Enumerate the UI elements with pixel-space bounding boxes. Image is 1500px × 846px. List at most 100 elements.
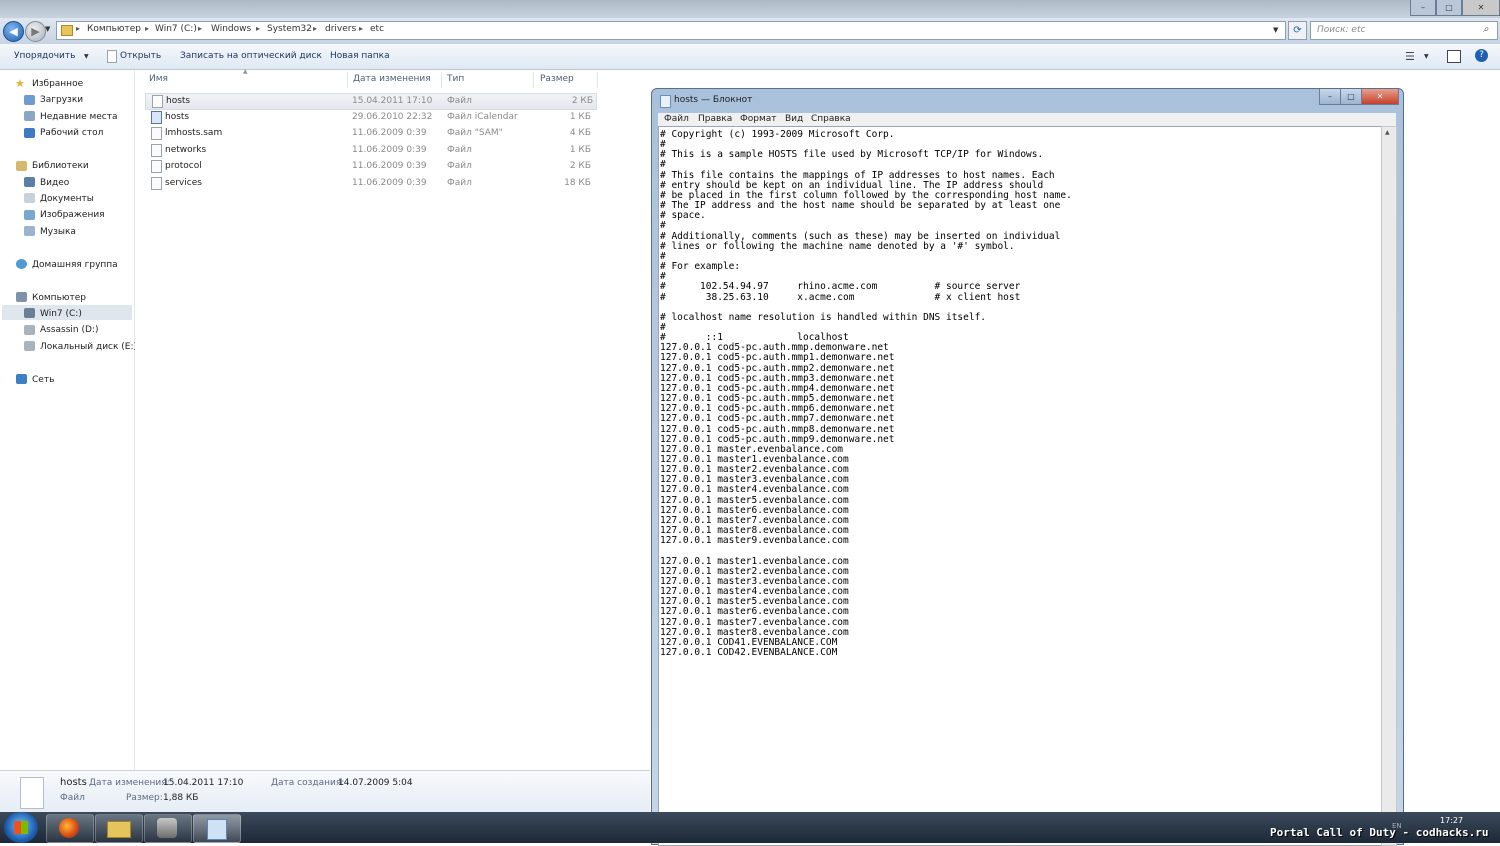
start-button[interactable] — [4, 812, 38, 843]
address-bar[interactable]: ▸ Компьютер ▸ Win7 (C:) ▸ Windows ▸ Syst… — [56, 21, 1286, 40]
file-row[interactable]: networks 11.06.2009 0:39 Файл 1 КБ — [145, 143, 595, 158]
notepad-maximize-button[interactable]: □ — [1340, 89, 1362, 105]
breadcrumb-separator: ▸ — [313, 24, 318, 33]
menu-help[interactable]: Справка — [811, 114, 851, 124]
taskbar-notepad[interactable] — [193, 814, 241, 843]
scroll-up-arrow-icon[interactable]: ▲ — [1385, 129, 1390, 136]
nav-images[interactable]: Изображения — [40, 210, 105, 220]
nav-recent-places[interactable]: Недавние места — [40, 112, 118, 122]
nav-libraries[interactable]: Библиотеки — [32, 161, 89, 171]
file-icon — [151, 144, 162, 157]
help-icon[interactable]: ? — [1475, 49, 1488, 62]
nav-drive-e[interactable]: Локальный диск (E:) — [40, 342, 137, 352]
view-chevron-icon[interactable]: ▼ — [1424, 53, 1429, 60]
view-options-icon[interactable]: ☰ — [1405, 50, 1415, 63]
command-bar: Упорядочить ▼ Открыть Записать на оптиче… — [0, 44, 1500, 70]
organize-button[interactable]: Упорядочить — [14, 51, 75, 61]
taskbar-cod[interactable] — [144, 814, 192, 843]
vertical-scrollbar[interactable]: ▲ — [1381, 126, 1397, 846]
nav-drive-c[interactable]: Win7 (C:) — [40, 309, 82, 319]
file-size: 18 КБ — [564, 178, 591, 188]
nav-desktop[interactable]: Рабочий стол — [40, 128, 103, 138]
notepad-title: hosts — Блокнот — [674, 95, 753, 105]
nav-favorites[interactable]: Избранное — [32, 79, 83, 89]
address-dropdown-icon[interactable]: ▼ — [1273, 26, 1278, 34]
forward-button[interactable]: ▶ — [25, 21, 46, 42]
menu-view[interactable]: Вид — [785, 114, 803, 124]
drive-d-icon — [24, 325, 35, 335]
nav-network[interactable]: Сеть — [32, 375, 54, 385]
explorer-close-button[interactable]: ✕ — [1462, 0, 1500, 16]
notepad-close-button[interactable]: ✕ — [1361, 89, 1399, 105]
file-icon — [152, 95, 163, 108]
recent-places-icon — [24, 111, 35, 121]
sort-ascending-icon: ▲ — [243, 68, 248, 75]
file-row[interactable]: hosts 29.06.2010 22:32 Файл iCalendar 1 … — [145, 110, 595, 125]
menu-format[interactable]: Формат — [740, 114, 777, 124]
breadcrumb-etc[interactable]: etc — [370, 24, 384, 34]
desktop-icon — [24, 128, 35, 138]
column-header-name[interactable]: Имя — [149, 74, 168, 84]
file-icon — [151, 177, 162, 190]
file-row[interactable]: protocol 11.06.2009 0:39 Файл 2 КБ — [145, 159, 595, 174]
taskbar-explorer[interactable] — [95, 814, 143, 843]
column-separator[interactable] — [441, 72, 442, 88]
column-header-size[interactable]: Размер — [540, 74, 574, 84]
recent-pages-chevron-icon[interactable]: ▼ — [45, 25, 50, 33]
breadcrumb-windows[interactable]: Windows — [211, 24, 251, 34]
column-header-date[interactable]: Дата изменения — [353, 74, 431, 84]
breadcrumb-separator: ▸ — [145, 24, 150, 33]
file-list: Имя ▲ Дата изменения Тип Размер hosts 15… — [135, 68, 650, 770]
menu-file[interactable]: Файл — [664, 114, 689, 124]
file-row[interactable]: services 11.06.2009 0:39 Файл 18 КБ — [145, 176, 595, 191]
file-size: 2 КБ — [569, 161, 591, 171]
nav-video[interactable]: Видео — [40, 178, 69, 188]
file-row[interactable]: hosts 15.04.2011 17:10 Файл 2 КБ — [145, 93, 597, 110]
nav-homegroup[interactable]: Домашняя группа — [32, 260, 118, 270]
navigation-pane: ★ Избранное Загрузки Недавние места Рабо… — [0, 70, 137, 770]
cod-icon — [157, 818, 177, 838]
notepad-menubar: Файл Правка Формат Вид Справка — [658, 113, 1396, 126]
file-row[interactable]: lmhosts.sam 11.06.2009 0:39 Файл "SAM" 4… — [145, 126, 595, 141]
explorer-minimize-button[interactable]: – — [1410, 0, 1436, 16]
open-button[interactable]: Открыть — [120, 51, 161, 61]
nav-documents[interactable]: Документы — [40, 194, 94, 204]
file-size: 2 КБ — [571, 96, 593, 106]
breadcrumb-computer[interactable]: Компьютер — [87, 24, 141, 34]
details-created-label: Дата создания: — [271, 778, 345, 788]
refresh-button[interactable]: ⟳ — [1288, 21, 1307, 40]
file-size: 1 КБ — [569, 112, 591, 122]
column-separator[interactable] — [533, 72, 534, 88]
file-name: hosts — [166, 96, 191, 106]
taskbar-firefox[interactable] — [46, 814, 94, 843]
menu-edit[interactable]: Правка — [698, 114, 732, 124]
back-button[interactable]: ◀ — [3, 21, 24, 42]
preview-pane-icon[interactable] — [1447, 50, 1461, 63]
details-pane: hosts Дата изменения: 15.04.2011 17:10 Д… — [0, 770, 650, 813]
nav-downloads[interactable]: Загрузки — [40, 95, 83, 105]
breadcrumb-system32[interactable]: System32 — [267, 24, 312, 34]
nav-computer[interactable]: Компьютер — [32, 293, 86, 303]
file-date: 11.06.2009 0:39 — [352, 161, 427, 171]
file-size: 1 КБ — [569, 145, 591, 155]
burn-button[interactable]: Записать на оптический диск — [180, 51, 322, 61]
music-icon — [24, 226, 35, 236]
column-separator[interactable] — [347, 72, 348, 88]
breadcrumb-separator: ▸ — [198, 24, 203, 33]
column-separator[interactable] — [597, 72, 598, 88]
search-input[interactable]: Поиск: etc ⌕ — [1310, 21, 1498, 40]
notepad-content[interactable]: # Copyright (c) 1993-2009 Microsoft Corp… — [660, 129, 1072, 658]
clock[interactable]: 17:27 — [1440, 816, 1463, 825]
nav-music[interactable]: Музыка — [40, 227, 76, 237]
new-folder-button[interactable]: Новая папка — [330, 51, 390, 61]
breadcrumb-drivers[interactable]: drivers — [325, 24, 356, 34]
column-header-type[interactable]: Тип — [447, 74, 464, 84]
breadcrumb-drive-c[interactable]: Win7 (C:) — [155, 24, 197, 34]
nav-drive-d[interactable]: Assassin (D:) — [40, 325, 98, 335]
notepad-minimize-button[interactable]: – — [1319, 89, 1341, 105]
notepad-icon — [660, 95, 671, 108]
windows-logo-icon — [14, 821, 28, 834]
notepad-text-area[interactable]: # Copyright (c) 1993-2009 Microsoft Corp… — [658, 126, 1383, 846]
explorer-maximize-button[interactable]: □ — [1436, 0, 1462, 16]
breadcrumb-separator: ▸ — [76, 24, 81, 33]
